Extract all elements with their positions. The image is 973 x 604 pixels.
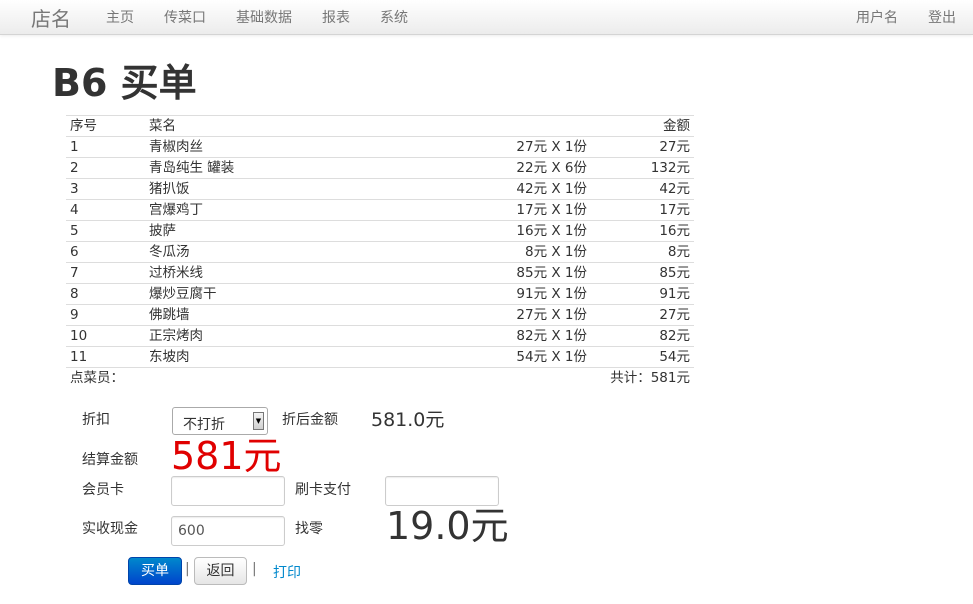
table-row: 6 冬瓜汤 8元 X 1份 8元 — [66, 241, 694, 263]
nav-item-system[interactable]: 系统 — [380, 7, 408, 27]
separator: | — [185, 561, 190, 577]
dropdown-arrow-icon[interactable]: ▼ — [253, 412, 264, 430]
row-amount: 16元 — [591, 220, 694, 242]
separator: | — [252, 561, 257, 577]
row-dish-name: 过桥米线 — [145, 262, 463, 284]
row-qty: 27元 X 1份 — [463, 304, 591, 326]
table-row: 5 披萨 16元 X 1份 16元 — [66, 220, 694, 242]
row-amount: 91元 — [591, 283, 694, 305]
row-dish-name: 正宗烤肉 — [145, 325, 463, 347]
row-amount: 54元 — [591, 346, 694, 368]
after-discount-label: 折后金额 — [282, 412, 338, 428]
row-index: 6 — [66, 241, 145, 263]
card-pay-input[interactable] — [385, 476, 499, 506]
change-amount: 19.0元 — [386, 504, 509, 548]
row-index: 11 — [66, 346, 145, 368]
table-row: 7 过桥米线 85元 X 1份 85元 — [66, 262, 694, 284]
table-footer-row: 点菜员： 共计：581元 — [66, 367, 694, 388]
discount-label: 折扣 — [82, 412, 110, 428]
nav-item-username[interactable]: 用户名 — [856, 7, 898, 27]
cash-input[interactable] — [171, 516, 285, 546]
nav-item-basic-data[interactable]: 基础数据 — [236, 7, 292, 27]
nav-item-home[interactable]: 主页 — [106, 7, 134, 27]
discount-select[interactable]: 不打折 ▼ — [172, 407, 268, 435]
row-dish-name: 宫爆鸡丁 — [145, 199, 463, 221]
table-row: 2 青岛纯生 罐装 22元 X 6份 132元 — [66, 157, 694, 179]
settle-label: 结算金额 — [82, 452, 138, 468]
row-index: 1 — [66, 136, 145, 158]
change-label: 找零 — [295, 521, 323, 537]
header-index: 序号 — [66, 115, 145, 137]
member-card-label: 会员卡 — [82, 482, 124, 498]
row-dish-name: 佛跳墙 — [145, 304, 463, 326]
row-amount: 8元 — [591, 241, 694, 263]
header-qty — [463, 115, 591, 137]
row-qty: 82元 X 1份 — [463, 325, 591, 347]
waiter-label: 点菜员： — [66, 367, 463, 388]
table-row: 3 猪扒饭 42元 X 1份 42元 — [66, 178, 694, 200]
row-qty: 22元 X 6份 — [463, 157, 591, 179]
row-index: 3 — [66, 178, 145, 200]
table-row: 4 宫爆鸡丁 17元 X 1份 17元 — [66, 199, 694, 221]
member-card-input[interactable] — [171, 476, 285, 506]
row-amount: 82元 — [591, 325, 694, 347]
checkout-button[interactable]: 买单 — [128, 557, 182, 585]
row-dish-name: 青岛纯生 罐装 — [145, 157, 463, 179]
print-link[interactable]: 打印 — [273, 562, 301, 582]
page-title: B6 买单 — [52, 61, 197, 105]
table-row: 11 东坡肉 54元 X 1份 54元 — [66, 346, 694, 368]
table-row: 1 青椒肉丝 27元 X 1份 27元 — [66, 136, 694, 158]
row-dish-name: 青椒肉丝 — [145, 136, 463, 158]
table-row: 8 爆炒豆腐干 91元 X 1份 91元 — [66, 283, 694, 305]
header-amount: 金额 — [591, 115, 694, 137]
row-qty: 17元 X 1份 — [463, 199, 591, 221]
row-qty: 16元 X 1份 — [463, 220, 591, 242]
row-index: 9 — [66, 304, 145, 326]
row-dish-name: 披萨 — [145, 220, 463, 242]
row-amount: 42元 — [591, 178, 694, 200]
nav-item-reports[interactable]: 报表 — [322, 7, 350, 27]
settle-amount: 581元 — [171, 434, 282, 478]
row-index: 7 — [66, 262, 145, 284]
after-discount-amount: 581.0元 — [371, 409, 445, 431]
row-amount: 132元 — [591, 157, 694, 179]
row-dish-name: 猪扒饭 — [145, 178, 463, 200]
back-button[interactable]: 返回 — [194, 557, 247, 585]
row-qty: 85元 X 1份 — [463, 262, 591, 284]
row-index: 8 — [66, 283, 145, 305]
header-name: 菜名 — [145, 115, 463, 137]
row-dish-name: 爆炒豆腐干 — [145, 283, 463, 305]
row-amount: 85元 — [591, 262, 694, 284]
bill-body: 1 青椒肉丝 27元 X 1份 27元 2 青岛纯生 罐装 22元 X 6份 132元 3 猪扒饭… — [66, 136, 694, 368]
total-amount: 共计：581元 — [463, 367, 694, 388]
row-qty: 54元 X 1份 — [463, 346, 591, 368]
brand-logo[interactable]: 店名 — [31, 3, 71, 32]
top-navbar: 店名 主页 传菜口 基础数据 报表 系统 用户名 登出 — [0, 0, 973, 35]
row-amount: 27元 — [591, 304, 694, 326]
bill-table: 序号 菜名 金额 1 青椒肉丝 27元 X 1份 27元 2 青岛纯生 罐装 22元 X 6… — [66, 115, 694, 388]
row-index: 10 — [66, 325, 145, 347]
table-row: 10 正宗烤肉 82元 X 1份 82元 — [66, 325, 694, 347]
row-index: 4 — [66, 199, 145, 221]
row-amount: 17元 — [591, 199, 694, 221]
cash-label: 实收现金 — [82, 521, 138, 537]
row-qty: 42元 X 1份 — [463, 178, 591, 200]
row-qty: 8元 X 1份 — [463, 241, 591, 263]
table-row: 9 佛跳墙 27元 X 1份 27元 — [66, 304, 694, 326]
row-dish-name: 东坡肉 — [145, 346, 463, 368]
row-index: 2 — [66, 157, 145, 179]
row-index: 5 — [66, 220, 145, 242]
card-pay-label: 刷卡支付 — [295, 482, 351, 498]
table-header-row: 序号 菜名 金额 — [66, 115, 694, 137]
discount-select-value: 不打折 — [183, 417, 225, 433]
row-amount: 27元 — [591, 136, 694, 158]
row-qty: 27元 X 1份 — [463, 136, 591, 158]
nav-item-serving-window[interactable]: 传菜口 — [164, 7, 206, 27]
nav-item-logout[interactable]: 登出 — [928, 7, 956, 27]
row-dish-name: 冬瓜汤 — [145, 241, 463, 263]
row-qty: 91元 X 1份 — [463, 283, 591, 305]
